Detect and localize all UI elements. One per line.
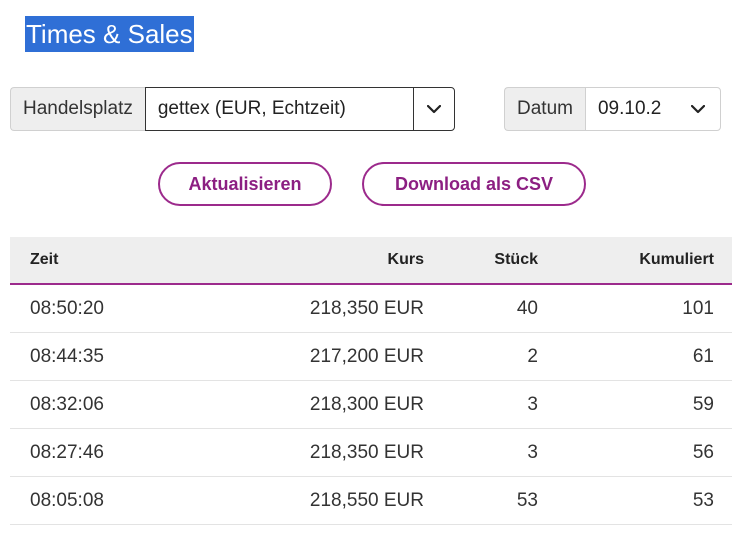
table-row: 08:27:46 218,350 EUR 3 56 xyxy=(10,429,732,477)
cell-pieces: 3 xyxy=(527,441,538,463)
cell-pieces: 3 xyxy=(527,393,538,415)
exchange-label: Handelsplatz xyxy=(10,87,145,131)
cell-cumulative: 101 xyxy=(682,297,714,319)
exchange-control: Handelsplatz gettex (EUR, Echtzeit) xyxy=(10,87,455,131)
cell-pieces: 40 xyxy=(516,297,538,319)
table-row: 08:05:08 218,550 EUR 53 53 xyxy=(10,477,732,525)
cell-cumulative: 61 xyxy=(692,345,714,367)
date-label: Datum xyxy=(504,87,585,131)
cell-pieces: 2 xyxy=(527,345,538,367)
trades-table: Zeit Kurs Stück Kumuliert 08:50:20 218,3… xyxy=(10,237,732,525)
header-pieces[interactable]: Stück xyxy=(424,251,538,269)
header-time[interactable]: Zeit xyxy=(10,251,160,269)
cell-time: 08:27:46 xyxy=(30,441,104,463)
cell-price: 218,350 EUR xyxy=(309,297,424,319)
cell-time: 08:05:08 xyxy=(30,489,104,511)
table-row: 08:32:06 218,300 EUR 3 59 xyxy=(10,381,732,429)
cell-time: 08:50:20 xyxy=(30,297,104,319)
cell-time: 08:44:35 xyxy=(30,345,104,367)
header-cumulative[interactable]: Kumuliert xyxy=(538,251,714,269)
cell-time: 08:32:06 xyxy=(30,393,104,415)
chevron-down-icon[interactable] xyxy=(412,88,454,130)
exchange-selected-value: gettex (EUR, Echtzeit) xyxy=(157,98,346,119)
cell-price: 218,550 EUR xyxy=(309,489,424,511)
table-row: 08:44:35 217,200 EUR 2 61 xyxy=(10,333,732,381)
cell-cumulative: 56 xyxy=(692,441,714,463)
exchange-select[interactable]: gettex (EUR, Echtzeit) xyxy=(144,87,455,131)
date-control: Datum 09.10.2 xyxy=(504,87,721,131)
header-price[interactable]: Kurs xyxy=(160,251,424,269)
page: Times & Sales Handelsplatz gettex (EUR, … xyxy=(0,0,732,536)
cell-pieces: 53 xyxy=(516,489,538,511)
date-selected-value: 09.10.2 xyxy=(597,98,662,119)
chevron-down-icon[interactable] xyxy=(676,88,720,130)
refresh-button[interactable]: Aktualisieren xyxy=(158,162,332,206)
date-select[interactable]: 09.10.2 xyxy=(584,87,721,131)
page-title: Times & Sales xyxy=(25,16,194,52)
cell-cumulative: 59 xyxy=(692,393,714,415)
table-row: 08:50:20 218,350 EUR 40 101 xyxy=(10,285,732,333)
cell-price: 218,300 EUR xyxy=(309,393,424,415)
download-csv-button[interactable]: Download als CSV xyxy=(362,162,586,206)
table-header: Zeit Kurs Stück Kumuliert xyxy=(10,237,732,285)
cell-price: 217,200 EUR xyxy=(309,345,424,367)
cell-price: 218,350 EUR xyxy=(309,441,424,463)
cell-cumulative: 53 xyxy=(692,489,714,511)
